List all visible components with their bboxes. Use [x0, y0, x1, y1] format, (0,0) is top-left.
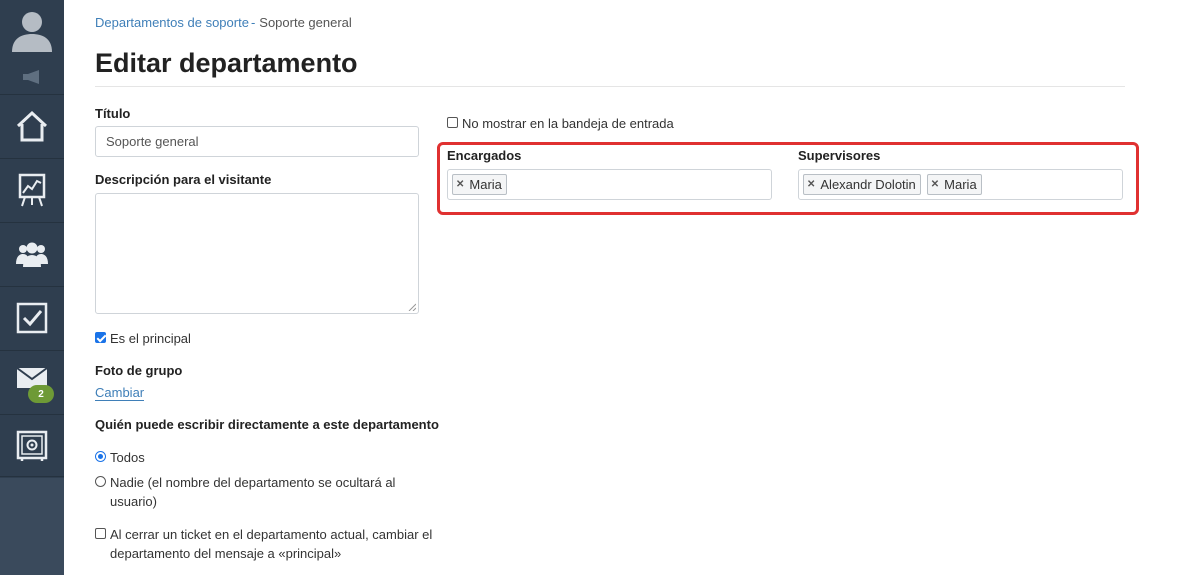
breadcrumb-parent-link[interactable]: Departamentos de soporte	[95, 15, 249, 30]
description-label: Descripción para el visitante	[95, 172, 272, 187]
assignees-label: Encargados	[447, 148, 522, 163]
is-main-label: Es el principal	[110, 331, 191, 346]
page-title: Editar departamento	[95, 48, 358, 78]
supervisors-tag-input[interactable]: ✕ Alexandr Dolotin ✕ Maria	[798, 169, 1123, 200]
title-label: Título	[95, 106, 131, 121]
supervisor-tag: ✕ Maria	[926, 174, 982, 195]
is-main-checkbox-row[interactable]: Es el principal	[95, 329, 191, 348]
sidebar-item-settings[interactable]	[0, 414, 64, 477]
supervisor-tag-label: Maria	[944, 177, 977, 192]
sidebar-item-users[interactable]	[0, 222, 64, 285]
supervisors-label: Supervisores	[798, 148, 881, 163]
sidebar-item-home[interactable]	[0, 94, 64, 157]
chart-icon	[18, 173, 46, 207]
tasks-icon	[16, 302, 48, 334]
sidebar-item-mail[interactable]	[0, 350, 64, 413]
radio-nobody[interactable]	[95, 476, 106, 487]
remove-tag-icon[interactable]: ✕	[456, 179, 464, 190]
sidebar-item-reports[interactable]	[0, 158, 64, 221]
assignee-tag: ✕ Maria	[452, 174, 507, 195]
change-photo-link[interactable]: Cambiar	[95, 385, 145, 401]
sidebar-footer	[0, 478, 64, 575]
avatar[interactable]	[0, 0, 64, 60]
safe-icon	[16, 430, 48, 461]
close-ticket-checkbox[interactable]	[95, 528, 106, 539]
announcements-button[interactable]	[0, 62, 64, 92]
radio-all[interactable]	[95, 451, 106, 462]
radio-nobody-row[interactable]: Nadie (el nombre del departamento se ocu…	[95, 473, 395, 511]
radio-nobody-label: Nadie (el nombre del departamento se ocu…	[110, 473, 395, 511]
user-avatar-icon	[12, 12, 52, 52]
sidebar-item-tasks[interactable]	[0, 286, 64, 349]
radio-nobody-line2: usuario)	[110, 494, 157, 509]
radio-all-label: Todos	[110, 450, 145, 465]
assignee-tag-label: Maria	[469, 177, 502, 192]
is-main-checkbox[interactable]	[95, 332, 106, 343]
assignees-tag-input[interactable]: ✕ Maria	[447, 169, 772, 200]
sidebar	[0, 0, 64, 575]
radio-all-row[interactable]: Todos	[95, 448, 145, 467]
title-input[interactable]	[95, 126, 419, 157]
resize-handle-icon[interactable]	[408, 303, 416, 311]
description-textarea[interactable]	[95, 193, 419, 314]
close-ticket-checkbox-row[interactable]: Al cerrar un ticket en el departamento a…	[95, 525, 432, 563]
remove-tag-icon[interactable]: ✕	[807, 179, 815, 190]
supervisor-tag: ✕ Alexandr Dolotin	[803, 174, 921, 195]
hide-inbox-checkbox[interactable]	[447, 117, 458, 128]
users-icon	[16, 242, 48, 267]
hide-inbox-label: No mostrar en la bandeja de entrada	[462, 116, 674, 131]
close-ticket-line2: departamento del mensaje a «principal»	[110, 546, 342, 561]
hide-inbox-checkbox-row[interactable]: No mostrar en la bandeja de entrada	[447, 114, 674, 133]
group-photo-label: Foto de grupo	[95, 363, 183, 378]
header-divider	[95, 86, 1125, 87]
close-ticket-label: Al cerrar un ticket en el departamento a…	[110, 525, 432, 563]
megaphone-icon	[23, 70, 39, 84]
breadcrumb-current: Soporte general	[259, 15, 352, 30]
radio-nobody-line1: Nadie (el nombre del departamento se ocu…	[110, 475, 396, 490]
close-ticket-line1: Al cerrar un ticket en el departamento a…	[110, 527, 433, 542]
supervisor-tag-label: Alexandr Dolotin	[820, 177, 916, 192]
breadcrumb: Departamentos de soporte - Soporte general	[95, 15, 352, 30]
breadcrumb-separator: -	[250, 15, 256, 30]
who-can-write-label: Quién puede escribir directamente a este…	[95, 417, 439, 432]
mail-count-badge: 2	[28, 385, 54, 403]
remove-tag-icon[interactable]: ✕	[931, 179, 939, 190]
home-icon	[16, 110, 48, 142]
